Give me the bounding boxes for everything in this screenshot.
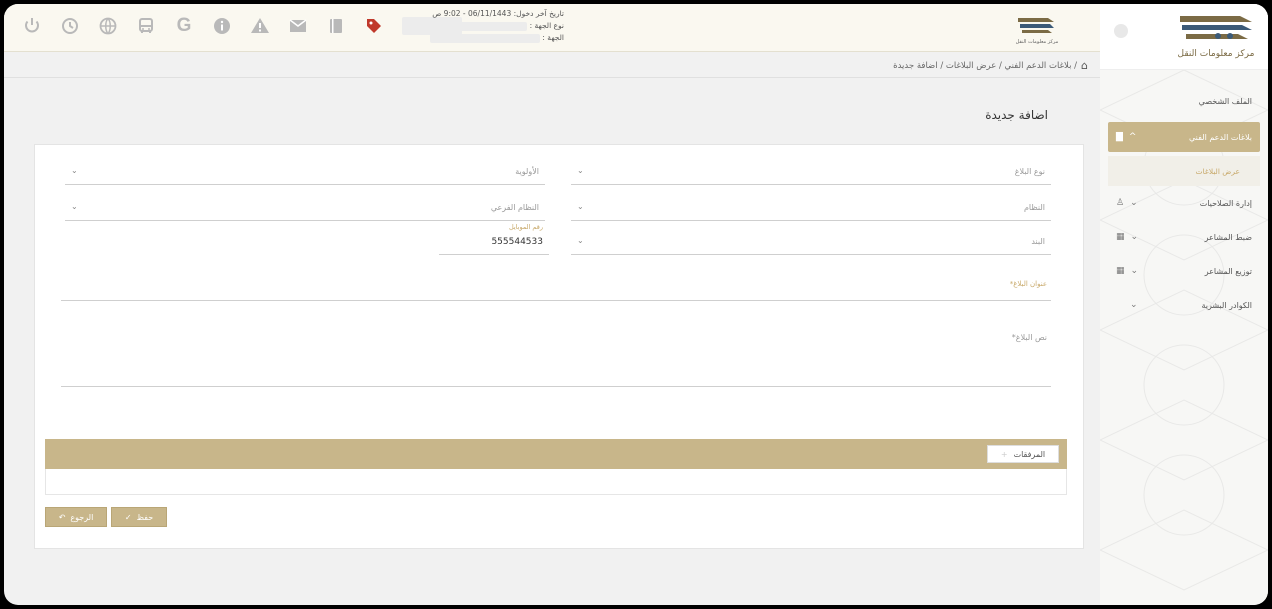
mobile-field[interactable]: رقم الموبايل 555544533 <box>439 223 549 255</box>
message-icon: ▇ <box>1116 132 1123 142</box>
history-icon[interactable] <box>60 16 80 36</box>
chevron-down-icon: ⌄ <box>577 202 584 211</box>
small-logo-text: مركز معلومات النقل <box>1016 39 1059 45</box>
chevron-down-icon: ⌄ <box>577 166 584 175</box>
sidebar-item-label: توزيع المشاعر <box>1204 266 1252 276</box>
save-button[interactable]: حفظ ✓ <box>111 507 167 527</box>
undo-icon: ↶ <box>58 512 66 522</box>
back-button[interactable]: الرجوع ↶ <box>45 507 107 527</box>
subject-input[interactable] <box>61 279 1051 301</box>
priority-label: الأولوية <box>515 167 539 176</box>
breadcrumb: ⌂ / بلاغات الدعم الفني / عرض البلاغات / … <box>893 59 1088 72</box>
chevron-down-icon: ⌄ <box>577 236 584 245</box>
sidebar-item-label: الملف الشخصي <box>1198 96 1252 106</box>
warning-icon[interactable] <box>250 16 270 36</box>
google-icon[interactable]: G <box>174 16 194 36</box>
save-label: حفظ <box>136 512 154 522</box>
entity-type-label: نوع الجهة : <box>529 21 564 30</box>
form-card: نوع البلاغ ⌄ الأولوية ⌄ النظام ⌄ النظام … <box>34 144 1084 549</box>
sidebar-item-sites-setup[interactable]: ضبط المشاعر ⌄ ▦ <box>1108 220 1260 254</box>
report-type-select[interactable]: نوع البلاغ ⌄ <box>571 163 1051 185</box>
mail-icon[interactable] <box>288 16 308 36</box>
body-textarea[interactable] <box>61 325 1051 387</box>
sidebar: مركز معلومات النقل الملف الشخصي بلاغات ا… <box>1100 4 1268 605</box>
sidebar-subitem-view-tickets[interactable]: عرض البلاغات <box>1108 156 1260 186</box>
user-info: تاريخ آخر دخول: 06/11/1443 - 9:02 ص نوع … <box>354 8 564 48</box>
sidebar-item-label: ضبط المشاعر <box>1204 232 1252 242</box>
sidebar-item-support-tickets[interactable]: بلاغات الدعم الفني ^ ▇ <box>1108 122 1260 152</box>
subsystem-label: النظام الفرعي <box>490 203 539 212</box>
toggle-dot[interactable] <box>1114 24 1128 38</box>
attachments-bar: المرفقات + <box>45 439 1067 469</box>
check-icon: ✓ <box>124 512 132 522</box>
priority-select[interactable]: الأولوية ⌄ <box>65 163 545 185</box>
entity-type-value-redacted <box>447 21 528 31</box>
chevron-down-icon: ⌄ <box>1130 198 1138 208</box>
sidebar-item-label: بلاغات الدعم الفني <box>1189 132 1252 142</box>
last-login-text: تاريخ آخر دخول: 06/11/1443 - 9:02 ص <box>432 9 564 18</box>
attachments-list <box>45 469 1067 495</box>
breadcrumb-text[interactable]: / بلاغات الدعم الفني / عرض البلاغات / اض… <box>893 61 1077 71</box>
chevron-up-icon: ^ <box>1128 132 1137 142</box>
item-label: البند <box>1031 237 1045 246</box>
small-logo: مركز معلومات النقل <box>1014 12 1060 46</box>
globe-icon[interactable] <box>98 16 118 36</box>
chevron-down-icon: ⌄ <box>71 202 78 211</box>
chevron-down-icon: ⌄ <box>1130 266 1139 276</box>
card-icon[interactable] <box>326 16 346 36</box>
subsystem-select[interactable]: النظام الفرعي ⌄ <box>65 199 545 221</box>
page-title: اضافة جديدة <box>985 108 1048 122</box>
bus-icon[interactable] <box>136 16 156 36</box>
sidebar-item-human-resources[interactable]: الكوادر البشرية ⌄ <box>1108 288 1260 322</box>
grid-icon: ▦ <box>1116 266 1125 276</box>
grid-icon: ▦ <box>1116 232 1125 242</box>
mobile-label: رقم الموبايل <box>508 223 543 231</box>
chevron-down-icon: ⌄ <box>1130 300 1138 310</box>
plus-icon: + <box>1000 449 1008 459</box>
power-icon[interactable] <box>22 16 42 36</box>
user-icon: ♙ <box>1116 198 1125 208</box>
mobile-value: 555544533 <box>491 237 543 247</box>
report-type-label: نوع البلاغ <box>1014 167 1045 176</box>
logo: مركز معلومات النقل <box>1168 12 1260 62</box>
back-label: الرجوع <box>70 512 94 522</box>
entity-value-redacted <box>430 33 540 43</box>
sidebar-item-sites-distribution[interactable]: توزيع المشاعر ⌄ ▦ <box>1108 254 1260 288</box>
top-bar: G تاريخ آخر دخول: 06/11/1443 - 9:02 ص نو… <box>4 4 1100 52</box>
sidebar-menu: الملف الشخصي بلاغات الدعم الفني ^ ▇ عرض … <box>1108 84 1260 322</box>
entity-label: الجهة : <box>542 33 564 42</box>
home-icon[interactable]: ⌂ <box>1081 59 1088 72</box>
sidebar-item-profile[interactable]: الملف الشخصي <box>1108 84 1260 118</box>
sidebar-header: مركز معلومات النقل <box>1100 4 1268 70</box>
sidebar-item-label: إدارة الصلاحيات <box>1199 198 1252 208</box>
chevron-down-icon: ⌄ <box>1130 232 1139 242</box>
breadcrumb-bar: ⌂ / بلاغات الدعم الفني / عرض البلاغات / … <box>4 52 1100 78</box>
attachments-label: المرفقات <box>1013 449 1046 459</box>
app-window: G تاريخ آخر دخول: 06/11/1443 - 9:02 ص نو… <box>4 4 1268 605</box>
sidebar-item-permissions[interactable]: إدارة الصلاحيات ⌄ ♙ <box>1108 186 1260 220</box>
chevron-down-icon: ⌄ <box>71 166 78 175</box>
attachments-button[interactable]: المرفقات + <box>987 445 1059 463</box>
item-select[interactable]: البند ⌄ <box>571 233 1051 255</box>
info-icon[interactable] <box>212 16 232 36</box>
system-label: النظام <box>1023 203 1045 212</box>
sidebar-item-label: الكوادر البشرية <box>1201 300 1252 310</box>
system-select[interactable]: النظام ⌄ <box>571 199 1051 221</box>
logo-text: مركز معلومات النقل <box>1178 49 1255 59</box>
